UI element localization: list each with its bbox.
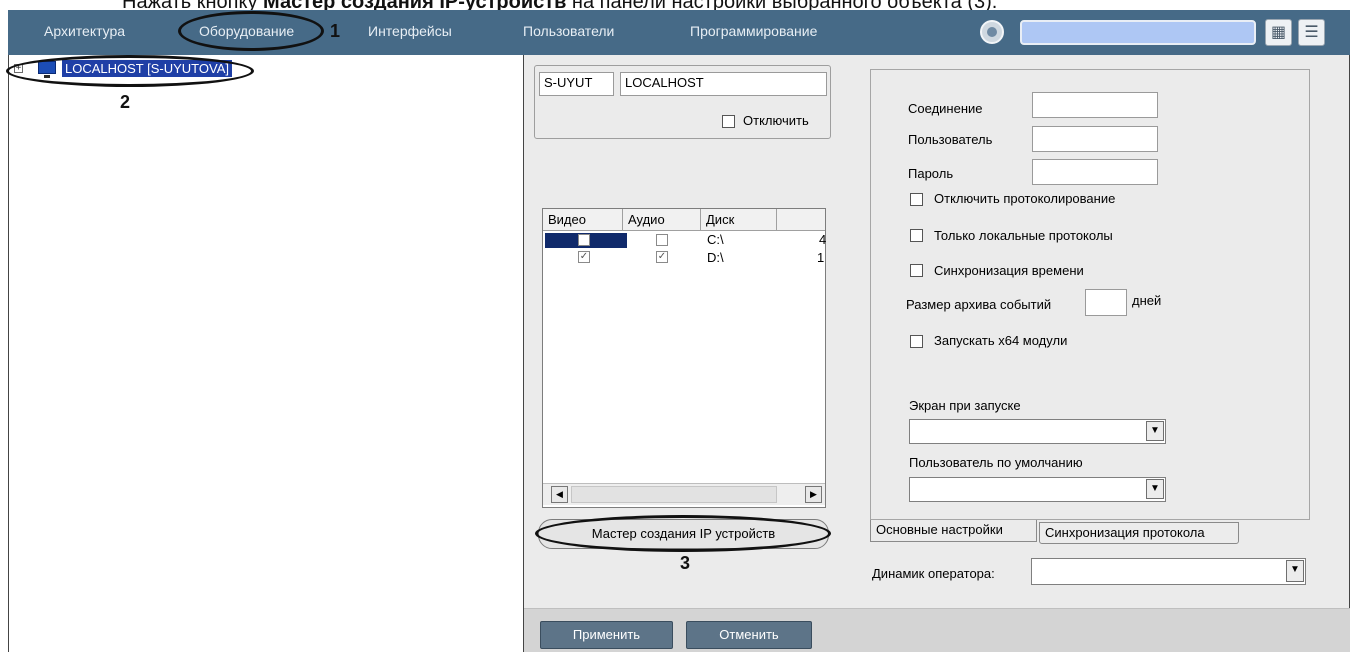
apply-button[interactable]: Применить [540,621,673,649]
audio-checkbox-row1[interactable] [656,234,668,246]
disable-logging-label: Отключить протоколирование [934,191,1116,206]
local-logs-checkbox[interactable] [910,229,923,242]
annotation-number-1: 1 [330,21,341,41]
tab-programming[interactable]: Программирование [690,10,817,55]
disk-table: Видео Аудио Диск C:\ 4 ✓ ✓ D:\ 1 ◀ ▶ [542,208,826,508]
computer-id-field[interactable]: S-UYUT [539,72,614,96]
tab-main-settings[interactable]: Основные настройки [870,520,1037,542]
computer-name-field[interactable]: LOCALHOST [620,72,827,96]
annotation-number-2: 2 [120,92,131,112]
password-field[interactable] [1032,159,1158,185]
menu-icon[interactable]: ☰ [1298,19,1325,46]
archive-size-field[interactable] [1085,289,1127,316]
column-header-video[interactable]: Видео [543,209,623,231]
connection-label: Соединение [908,101,983,116]
disk-cell-row1: C:\ [707,232,724,247]
operator-speaker-label: Динамик оператора: [872,566,995,581]
target-icon[interactable] [980,20,1004,44]
cancel-button[interactable]: Отменить [686,621,812,649]
chevron-down-icon[interactable]: ▼ [1146,479,1164,499]
disable-label: Отключить [743,113,809,128]
x64-modules-label: Запускать x64 модули [934,333,1068,348]
extra-cell-row1: 4 [819,232,827,247]
disk-cell-row2: D:\ [707,250,724,265]
disable-logging-checkbox[interactable] [910,193,923,206]
startup-screen-value [910,420,1146,443]
chevron-down-icon[interactable]: ▼ [1146,421,1164,441]
tab-users[interactable]: Пользователи [523,10,614,55]
user-field[interactable] [1032,126,1158,152]
column-header-extra [777,209,825,231]
time-sync-checkbox[interactable] [910,264,923,277]
tab-interfaces[interactable]: Интерфейсы [368,10,452,55]
horizontal-scrollbar[interactable]: ◀ ▶ [543,483,825,505]
object-tree-panel [8,55,524,652]
local-logs-label: Только локальные протоколы [934,228,1113,243]
startup-screen-dropdown[interactable]: ▼ [909,419,1166,444]
archive-unit-label: дней [1132,293,1162,308]
annotation-ellipse-1 [178,11,324,51]
default-user-value [910,478,1146,501]
video-checkbox-row1[interactable] [578,234,590,246]
chevron-down-icon[interactable]: ▼ [1286,560,1304,582]
extra-cell-row2: 1 [817,250,825,265]
tab-log-sync[interactable]: Синхронизация протокола [1039,522,1239,544]
video-checkbox-row2[interactable]: ✓ [578,251,590,263]
startup-screen-label: Экран при запуске [909,398,1021,413]
column-header-audio[interactable]: Аудио [623,209,701,231]
annotation-ellipse-2 [6,55,254,87]
annotation-number-3: 3 [680,553,691,573]
connection-field[interactable] [1032,92,1158,118]
layout-grid-icon[interactable]: ▦ [1265,19,1292,46]
archive-size-label: Размер архива событий [906,297,1052,312]
user-label: Пользователь [908,132,993,147]
operator-speaker-dropdown[interactable]: ▼ [1031,558,1306,585]
scroll-right-icon[interactable]: ▶ [805,486,822,503]
scroll-left-icon[interactable]: ◀ [551,486,568,503]
annotation-ellipse-3 [535,515,831,552]
default-user-label: Пользователь по умолчанию [909,455,1083,470]
search-input[interactable] [1020,20,1256,45]
column-header-disk[interactable]: Диск [701,209,777,231]
x64-modules-checkbox[interactable] [910,335,923,348]
default-user-dropdown[interactable]: ▼ [909,477,1166,502]
operator-speaker-value [1032,559,1286,584]
tab-architecture[interactable]: Архитектура [44,10,125,55]
disable-checkbox[interactable] [722,115,735,128]
password-label: Пароль [908,166,954,181]
scroll-thumb[interactable] [571,486,777,503]
time-sync-label: Синхронизация времени [934,263,1084,278]
audio-checkbox-row2[interactable]: ✓ [656,251,668,263]
